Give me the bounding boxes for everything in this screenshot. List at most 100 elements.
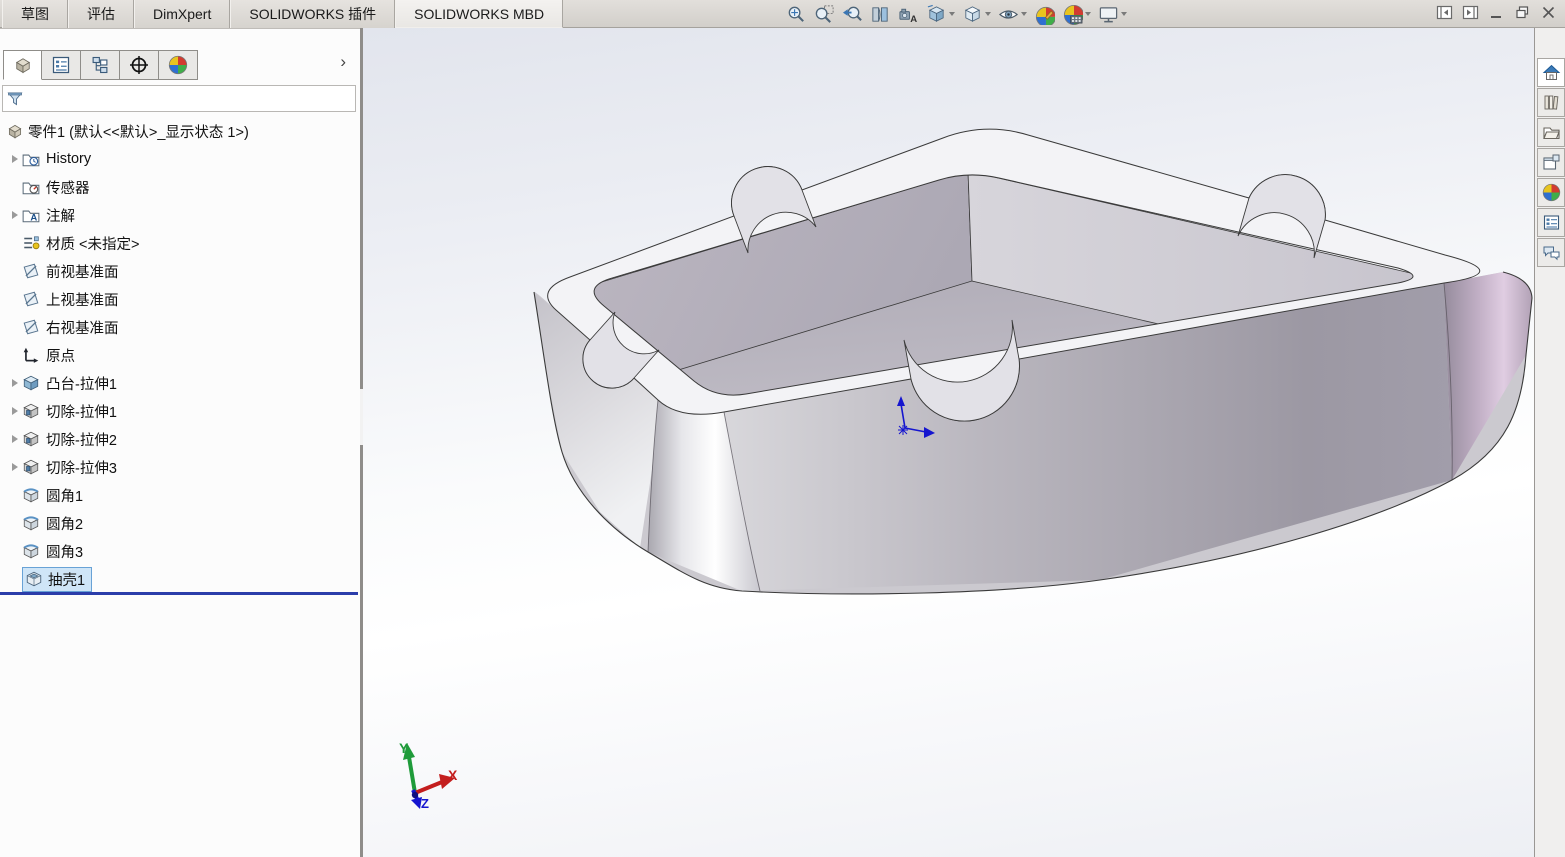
panel-expand-chevron[interactable]: › <box>340 53 346 70</box>
tab-featuremanager-tree[interactable] <box>3 50 42 80</box>
tab-evaluate[interactable]: 评估 <box>68 0 134 28</box>
dropdown-caret-icon[interactable] <box>1121 12 1127 16</box>
tree-item-annotations[interactable]: 注解 <box>0 201 358 229</box>
pane-left-icon <box>1436 4 1453 21</box>
zoom-to-fit-button[interactable] <box>785 3 808 26</box>
display-style-button[interactable] <box>961 3 992 26</box>
origin-icon <box>22 346 40 364</box>
tab-displaymanager[interactable] <box>159 50 198 80</box>
restore-icon <box>1514 4 1531 21</box>
close-button[interactable] <box>1540 4 1557 26</box>
rollback-bar[interactable] <box>0 592 358 595</box>
part-icon <box>6 122 24 140</box>
zoom-to-area-icon <box>814 4 835 25</box>
dropdown-caret-icon[interactable] <box>1085 12 1091 16</box>
cut-extrude-icon <box>22 458 40 476</box>
triad-z-label: Z <box>421 796 429 811</box>
part-icon <box>13 55 33 75</box>
annotation-view-button[interactable] <box>897 3 920 26</box>
tree-item-label: 圆角1 <box>46 488 84 505</box>
dropdown-caret-icon[interactable] <box>1021 12 1027 16</box>
minimize-icon <box>1488 4 1505 21</box>
zoom-to-area-button[interactable] <box>813 3 836 26</box>
tree-item-origin[interactable]: 原点 <box>0 341 358 369</box>
tab-dimxpert[interactable]: DimXpert <box>134 0 231 28</box>
display-style-icon <box>962 4 983 25</box>
tab-propertymanager[interactable] <box>42 50 81 80</box>
shell-icon <box>25 570 43 588</box>
annotations-folder-icon <box>22 206 40 224</box>
graphics-area[interactable]: Y X Z <box>363 28 1534 857</box>
plane-icon <box>22 318 40 336</box>
tree-item-label: 传感器 <box>46 180 90 197</box>
triad-y-label: Y <box>399 740 409 756</box>
solidworks-forum-button[interactable] <box>1537 238 1565 267</box>
tab-configurationmanager[interactable] <box>81 50 120 80</box>
section-view-button[interactable] <box>869 3 892 26</box>
expand-arrow-icon[interactable] <box>8 211 22 219</box>
tab-sketch[interactable]: 草图 <box>2 0 68 28</box>
window-controls <box>1436 4 1557 26</box>
selected-item-highlight[interactable]: 抽壳1 <box>22 566 93 592</box>
apply-scene-button[interactable] <box>1061 3 1092 26</box>
tree-item-label: 圆角3 <box>46 544 84 561</box>
hide-show-items-button[interactable] <box>997 3 1028 26</box>
tab-dimxpertmanager[interactable] <box>120 50 159 80</box>
design-library-button[interactable] <box>1537 88 1565 117</box>
sensors-folder-icon <box>22 178 40 196</box>
tree-item-fillet3[interactable]: 圆角3 <box>0 537 358 565</box>
view-orientation-button[interactable] <box>925 3 956 26</box>
color-ball-icon <box>1542 183 1561 202</box>
custom-properties-button[interactable] <box>1537 208 1565 237</box>
tree-item-boss-extrude1[interactable]: 凸台-拉伸1 <box>0 369 358 397</box>
tree-item-material[interactable]: 材质 <未指定> <box>0 229 358 257</box>
cut-extrude-icon <box>22 430 40 448</box>
tree-item-cut-extrude3[interactable]: 切除-拉伸3 <box>0 453 358 481</box>
view-orientation-icon <box>926 4 947 25</box>
restore-button[interactable] <box>1514 4 1531 26</box>
tree-item-fillet2[interactable]: 圆角2 <box>0 509 358 537</box>
collapse-right-pane-button[interactable] <box>1462 4 1479 26</box>
boss-extrude-icon <box>22 374 40 392</box>
tree-filter-bar <box>2 85 356 112</box>
filter-input[interactable] <box>23 88 351 109</box>
view-palette-button[interactable] <box>1537 148 1565 177</box>
tree-item-top-plane[interactable]: 上视基准面 <box>0 285 358 313</box>
cut-extrude-icon <box>22 402 40 420</box>
file-explorer-button[interactable] <box>1537 118 1565 147</box>
tree-root-part[interactable]: 零件1 (默认<<默认>_显示状态 1>) <box>0 117 358 145</box>
folder-icon <box>1542 123 1561 142</box>
tree-item-history[interactable]: History <box>0 145 358 173</box>
tree-item-cut-extrude1[interactable]: 切除-拉伸1 <box>0 397 358 425</box>
expand-arrow-icon[interactable] <box>8 379 22 387</box>
command-tabs: 草图 评估 DimXpert SOLIDWORKS 插件 SOLIDWORKS … <box>2 0 564 28</box>
tree-item-front-plane[interactable]: 前视基准面 <box>0 257 358 285</box>
feature-tree: 零件1 (默认<<默认>_显示状态 1>) History 传感器 注解 材质 … <box>0 117 358 593</box>
tree-item-fillet1[interactable]: 圆角1 <box>0 481 358 509</box>
tree-item-cut-extrude2[interactable]: 切除-拉伸2 <box>0 425 358 453</box>
fillet-icon <box>22 486 40 504</box>
tree-item-shell1[interactable]: 抽壳1 <box>0 565 358 593</box>
expand-arrow-icon[interactable] <box>8 463 22 471</box>
dropdown-caret-icon[interactable] <box>985 12 991 16</box>
dropdown-caret-icon[interactable] <box>949 12 955 16</box>
tree-item-label: 前视基准面 <box>46 264 119 281</box>
expand-arrow-icon[interactable] <box>8 155 22 163</box>
tree-item-sensors[interactable]: 传感器 <box>0 173 358 201</box>
expand-arrow-icon[interactable] <box>8 407 22 415</box>
view-settings-button[interactable] <box>1097 3 1128 26</box>
solidworks-resources-button[interactable] <box>1537 58 1565 87</box>
tree-item-right-plane[interactable]: 右视基准面 <box>0 313 358 341</box>
previous-view-button[interactable] <box>841 3 864 26</box>
properties-icon <box>51 55 71 75</box>
edit-appearance-button[interactable] <box>1033 3 1056 26</box>
tab-solidworks-mbd[interactable]: SOLIDWORKS MBD <box>395 0 564 28</box>
minimize-button[interactable] <box>1488 4 1505 26</box>
tree-item-label: 上视基准面 <box>46 292 119 309</box>
appearances-scenes-button[interactable] <box>1537 178 1565 207</box>
expand-arrow-icon[interactable] <box>8 435 22 443</box>
feature-manager-panel: › 零件1 (默认<<默认>_显示状态 1>) History 传感器 注解 材… <box>0 28 360 857</box>
properties-form-icon <box>1542 213 1561 232</box>
collapse-left-pane-button[interactable] <box>1436 4 1453 26</box>
tab-solidworks-addins[interactable]: SOLIDWORKS 插件 <box>230 0 396 28</box>
